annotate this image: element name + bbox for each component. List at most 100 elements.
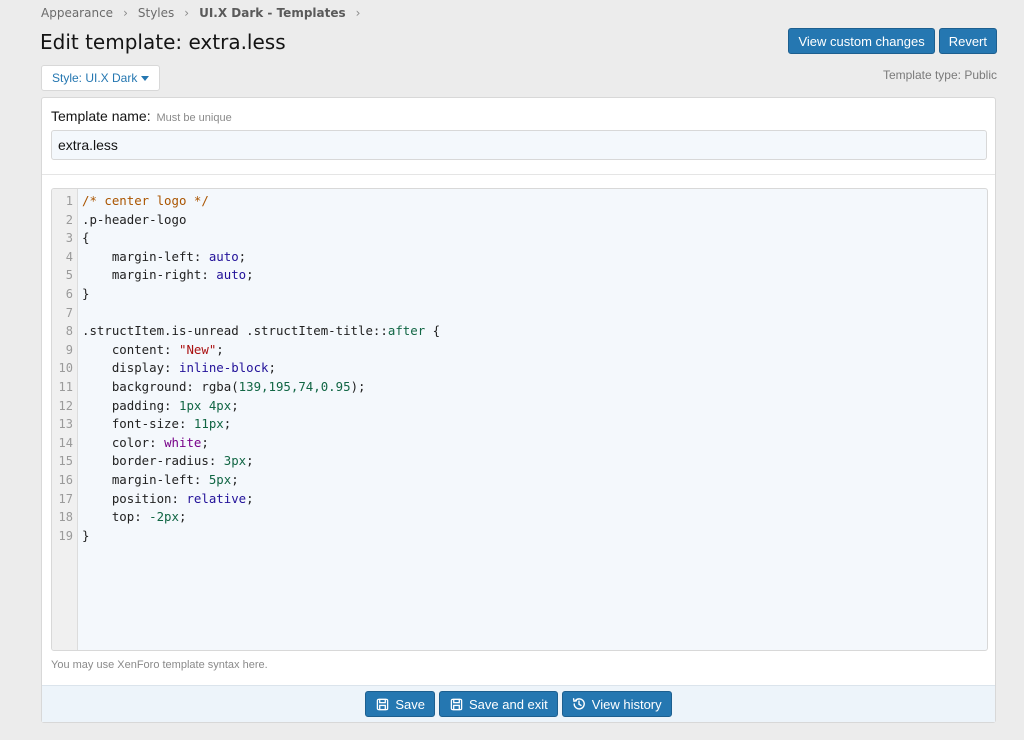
code-selector: .structItem.is-unread .structItem-title:… [82, 323, 388, 339]
code-line: margin-right: auto; [82, 266, 987, 285]
editor-hint: You may use XenForo template syntax here… [51, 659, 268, 671]
code-line: top: -2px; [82, 508, 987, 527]
code-end: ); [350, 378, 366, 394]
page-title: Edit template: extra.less [40, 30, 286, 54]
form-submit-row: Save Save and exit View history [42, 685, 995, 722]
code-pseudo: after [387, 323, 426, 339]
code-value: "New" [178, 341, 217, 357]
code-line: background: rgba(139,195,74,0.95); [82, 378, 987, 397]
template-name-label-text: Template name: [51, 108, 151, 124]
code-property: margin-right: [82, 267, 217, 283]
code-line: display: inline-block; [82, 359, 987, 378]
code-editor[interactable]: 1 2 3 4 5 6 7 8 9 10 11 12 13 14 15 16 1… [51, 188, 988, 651]
line-number: 4 [65, 249, 73, 264]
code-value: -2px [149, 509, 179, 525]
breadcrumb-item-styles[interactable]: Styles [138, 6, 174, 20]
code-semicolon: ; [223, 416, 232, 432]
code-value: relative [186, 490, 247, 506]
revert-button[interactable]: Revert [938, 28, 997, 54]
code-property: margin-left: [82, 248, 209, 264]
line-number: 12 [58, 398, 73, 413]
breadcrumb: Appearance › Styles › UI.X Dark - Templa… [41, 6, 370, 20]
save-icon [449, 697, 463, 711]
code-property: content: [82, 341, 179, 357]
code-semicolon: ; [268, 360, 276, 376]
chevron-right-icon: › [184, 6, 190, 20]
save-button[interactable]: Save [365, 691, 435, 717]
breadcrumb-item-templates[interactable]: UI.X Dark - Templates [199, 6, 346, 20]
save-and-exit-button-label: Save and exit [469, 696, 548, 712]
code-property: position: [82, 490, 187, 506]
template-name-input[interactable] [51, 130, 987, 160]
template-name-hint: Must be unique [156, 112, 232, 124]
line-number: 2 [65, 212, 73, 227]
code-property: padding: [82, 397, 179, 413]
code-property: margin-left: [82, 471, 209, 487]
code-line: color: white; [82, 434, 987, 453]
code-content[interactable]: /* center logo */ .p-header-logo { margi… [78, 189, 987, 650]
code-property: display: [82, 360, 179, 376]
code-value: white [164, 434, 202, 450]
code-property: background: rgba( [82, 378, 239, 394]
code-line: } [82, 285, 987, 304]
code-line: margin-left: 5px; [82, 471, 987, 490]
line-number: 9 [65, 342, 73, 357]
code-brace: { [425, 323, 441, 339]
code-line: margin-left: auto; [82, 248, 987, 267]
template-name-label: Template name: Must be unique [51, 108, 232, 124]
line-number: 19 [58, 528, 73, 543]
code-line: /* center logo */ [82, 192, 987, 211]
line-number: 3 [65, 231, 73, 246]
line-number: 7 [65, 305, 73, 320]
line-number: 10 [58, 361, 73, 376]
line-number: 16 [58, 472, 73, 487]
view-custom-changes-button[interactable]: View custom changes [788, 28, 935, 54]
code-comment: /* center logo */ [82, 193, 209, 208]
chevron-right-icon: › [123, 6, 128, 20]
code-value: auto [216, 267, 247, 283]
line-number: 14 [58, 435, 73, 450]
code-brace: { [82, 230, 90, 246]
code-semicolon: ; [178, 509, 187, 525]
code-value: 3px [223, 453, 247, 469]
code-value: auto [208, 248, 239, 264]
code-line: { [82, 229, 987, 248]
line-number: 1 [65, 194, 73, 208]
code-brace: } [82, 527, 90, 543]
code-semicolon: ; [231, 397, 239, 413]
breadcrumb-item-appearance[interactable]: Appearance [41, 6, 113, 20]
code-semicolon: ; [238, 248, 247, 264]
style-selector[interactable]: Style: UI.X Dark [41, 65, 161, 91]
code-value: 5px [208, 471, 232, 487]
header-actions: View custom changes Revert [788, 28, 997, 54]
template-edit-panel: Template name: Must be unique 1 2 3 4 5 … [41, 97, 996, 723]
code-semicolon: ; [246, 490, 254, 506]
chevron-right-icon: › [355, 6, 361, 20]
code-line: padding: 1px 4px; [82, 397, 987, 416]
code-semicolon: ; [246, 267, 254, 283]
line-number: 6 [65, 286, 73, 301]
code-value: 11px [193, 416, 224, 432]
code-property: color: [82, 434, 165, 450]
line-number: 11 [58, 379, 73, 394]
template-type: Template type: Public [882, 68, 997, 82]
code-line: content: "New"; [82, 341, 987, 360]
code-value: 1px 4px [178, 397, 232, 413]
code-selector: .p-header-logo [82, 211, 187, 227]
line-number: 13 [58, 417, 73, 432]
code-line: position: relative; [82, 490, 987, 509]
view-history-button[interactable]: View history [561, 691, 672, 717]
line-number: 8 [65, 324, 73, 339]
code-line: font-size: 11px; [82, 415, 987, 434]
code-line: .p-header-logo [82, 211, 987, 230]
view-history-button-label: View history [591, 696, 662, 712]
code-property: font-size: [82, 416, 194, 432]
save-and-exit-button[interactable]: Save and exit [439, 691, 558, 717]
code-value: 139,195,74,0.95 [238, 378, 351, 394]
code-brace: } [82, 285, 90, 301]
code-semicolon: ; [216, 341, 224, 357]
code-semicolon: ; [201, 434, 209, 450]
line-number-gutter: 1 2 3 4 5 6 7 8 9 10 11 12 13 14 15 16 1… [52, 189, 78, 650]
save-button-label: Save [395, 696, 425, 712]
